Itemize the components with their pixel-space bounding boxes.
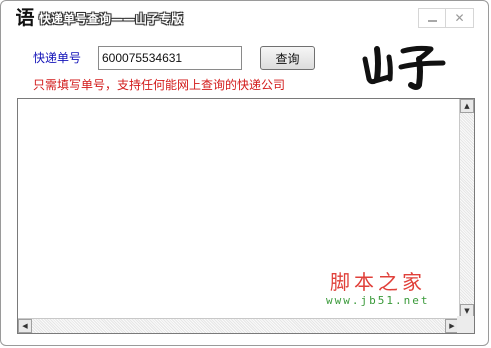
app-window: 语 快递单号查询——山子专版 ✕ 快递单号 查询 只需填写单号，支持任何能网上查… <box>0 0 489 346</box>
tracking-number-input[interactable] <box>98 46 242 70</box>
query-button[interactable]: 查询 <box>260 46 315 70</box>
watermark-text: 脚本之家 <box>330 270 426 294</box>
minimize-button[interactable] <box>418 8 446 28</box>
vertical-scrollbar[interactable]: ▲ ▼ <box>459 99 474 318</box>
title-bar[interactable]: 语 快递单号查询——山子专版 ✕ <box>1 1 488 35</box>
logo-calligraphy <box>362 45 446 90</box>
horizontal-scrollbar[interactable]: ◀ ▶ <box>18 318 459 333</box>
hint-text: 只需填写单号，支持任何能网上查询的快递公司 <box>33 78 286 92</box>
close-button[interactable]: ✕ <box>446 8 474 28</box>
close-icon: ✕ <box>454 11 465 25</box>
tracking-number-label: 快递单号 <box>33 51 82 65</box>
watermark-url: www.jb51.net <box>326 294 430 307</box>
watermark: 脚本之家 www.jb51.net <box>326 266 451 316</box>
window-controls: ✕ <box>418 8 474 30</box>
minimize-icon <box>427 20 437 22</box>
scroll-left-arrow-icon[interactable]: ◀ <box>18 319 32 333</box>
scrollbar-corner <box>457 316 474 333</box>
window-title: 快递单号查询——山子专版 <box>39 12 184 26</box>
scroll-up-arrow-icon[interactable]: ▲ <box>460 99 474 113</box>
app-icon: 语 <box>15 7 35 29</box>
